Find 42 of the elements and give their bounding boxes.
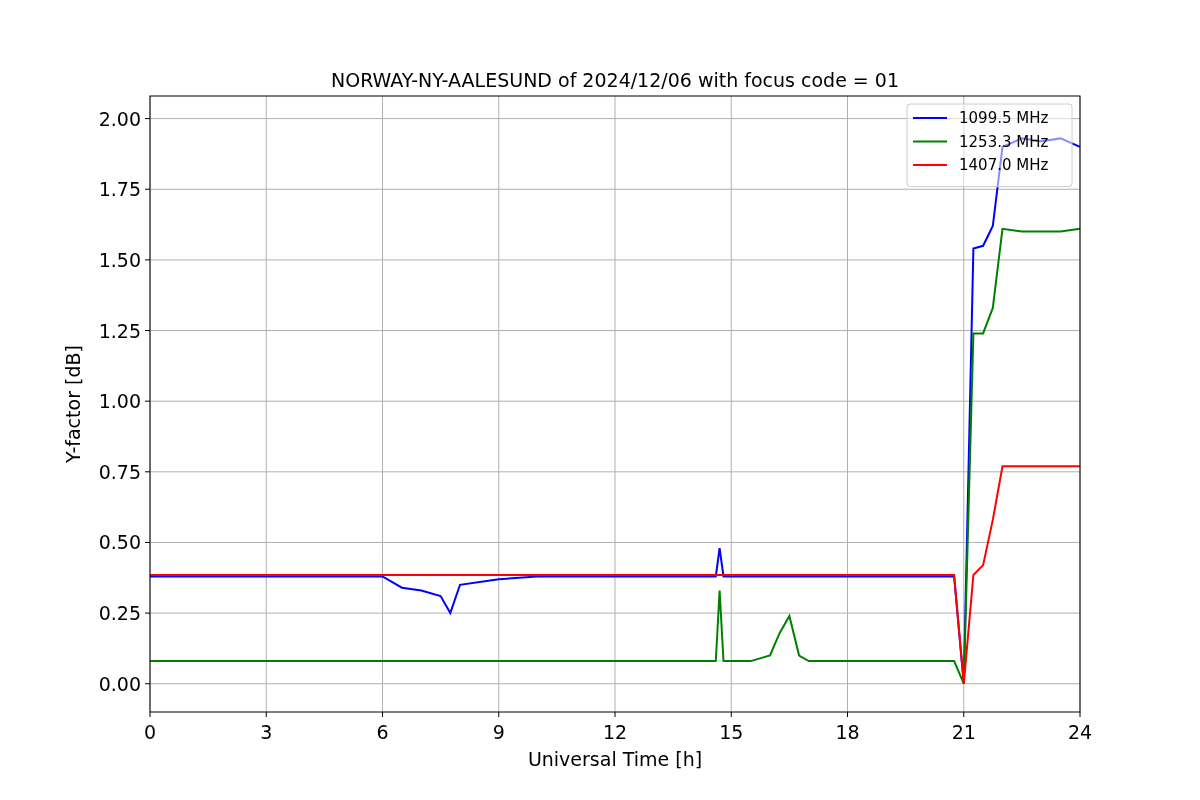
legend-label: 1407.0 MHz [959,156,1049,174]
tick-mark [614,711,616,718]
tick-mark [144,471,151,473]
tick-mark [144,400,151,402]
tick-mark [144,118,151,120]
tick-mark [730,711,732,718]
tick-mark [149,711,151,718]
y-tick-label: 0.50 [98,531,141,554]
x-tick-label: 12 [602,721,628,743]
tick-mark [144,330,151,332]
x-tick-label: 15 [719,721,744,743]
tick-mark [847,711,848,718]
x-tick-label: 21 [951,721,976,743]
y-axis-label: Y-factor [dB] [62,345,84,463]
tick-mark [144,259,151,261]
y-tick-label: 2.00 [98,107,141,130]
y-tick-label: 1.75 [98,178,141,201]
y-tick-label: 0.75 [98,460,141,483]
tick-mark [963,711,965,718]
x-tick-label: 0 [143,721,157,743]
tick-mark [144,188,151,190]
x-tick-label: 9 [492,721,505,743]
chart-title: NORWAY-NY-AALESUND of 2024/12/06 with focus code = 01 [331,69,899,91]
x-tick-label: 24 [1067,721,1093,743]
tick-mark [144,612,151,614]
x-tick-label: 3 [260,721,273,743]
x-tick-label: 6 [376,721,389,743]
tick-mark [1079,711,1081,718]
y-tick-label: 1.25 [98,319,141,342]
legend-label: 1253.3 MHz [959,132,1049,151]
x-axis-label: Universal Time [h] [527,748,703,770]
y-tick-label: 1.00 [98,390,141,413]
tick-mark [144,683,151,685]
legend-label: 1099.5 MHz [959,109,1049,127]
y-tick-label: 0.00 [98,672,141,695]
y-tick-label: 0.25 [98,602,141,625]
tick-mark [498,711,500,718]
tick-mark [265,711,267,718]
y-tick-label: 1.50 [98,248,141,271]
tick-mark [144,541,151,543]
tick-mark [382,711,383,718]
x-tick-label: 18 [835,721,860,743]
